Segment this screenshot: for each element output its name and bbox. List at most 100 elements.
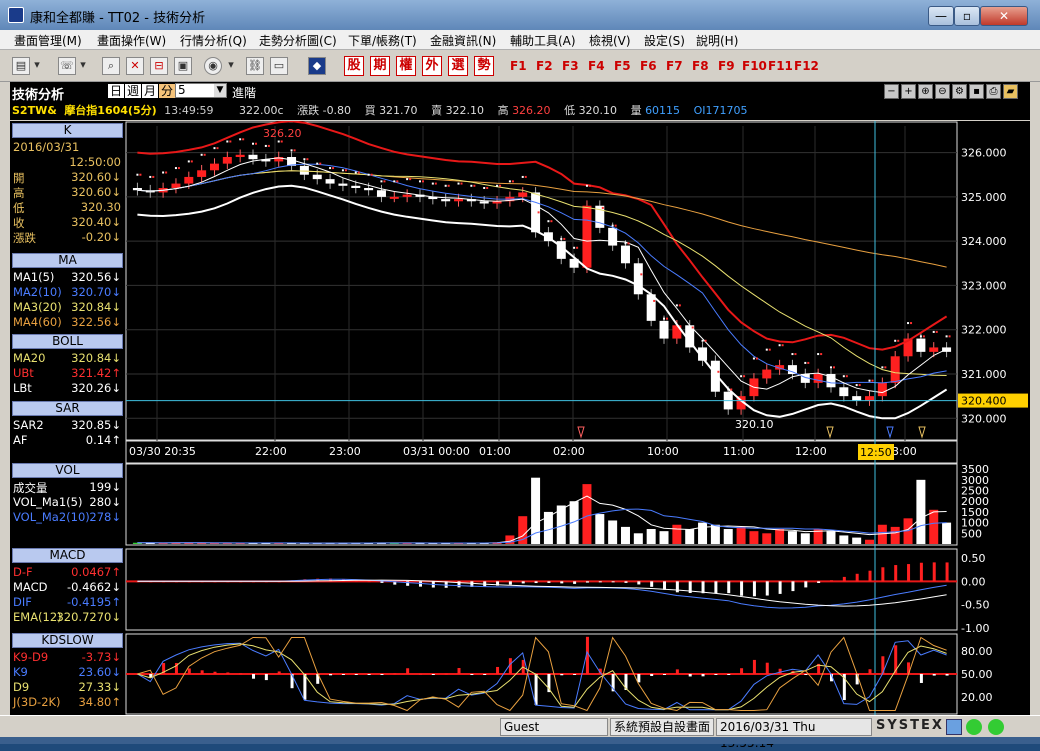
volume-bar bbox=[659, 531, 669, 544]
chevron-down-icon[interactable]: ▾ bbox=[32, 57, 42, 75]
period-day-tab[interactable]: 日 bbox=[108, 84, 125, 98]
menu-quote-analysis[interactable]: 行情分析(Q) bbox=[180, 32, 247, 49]
chevron-down-icon[interactable]: ▾ bbox=[78, 57, 88, 75]
phone-icon[interactable]: ☏ bbox=[58, 57, 76, 75]
minus-icon[interactable]: − bbox=[884, 84, 899, 99]
chart-svg[interactable]: 326.000 325.000 324.000 323.000 322.000 321.0… bbox=[125, 120, 1030, 715]
candle-body bbox=[865, 396, 875, 401]
sar-dot bbox=[421, 180, 424, 183]
maximize-button[interactable]: ▫ bbox=[954, 6, 980, 26]
f11-key[interactable]: F11 bbox=[768, 59, 793, 73]
dif-line bbox=[137, 578, 947, 609]
close-button[interactable]: ✕ bbox=[980, 6, 1028, 26]
quote-time: 13:49:59 bbox=[164, 104, 214, 117]
quick-select-button[interactable]: 選 bbox=[448, 56, 468, 76]
row-value: 0.14↑ bbox=[85, 433, 121, 447]
f12-key[interactable]: F12 bbox=[794, 59, 819, 73]
ma3-row: MA3(20) 320.84↓ bbox=[13, 300, 123, 315]
menu-tools[interactable]: 輔助工具(A) bbox=[510, 32, 576, 49]
sar-dot bbox=[598, 206, 601, 209]
save-icon[interactable]: ▪ bbox=[969, 84, 984, 99]
f5-key[interactable]: F5 bbox=[614, 59, 631, 73]
k-header[interactable]: K bbox=[12, 123, 123, 138]
menu-bar: 畫面管理(M) 畫面操作(W) 行情分析(Q) 走勢分析圖(C) 下單/帳務(T… bbox=[0, 30, 1040, 50]
menu-order-account[interactable]: 下單/帳務(T) bbox=[348, 32, 417, 49]
row-value: 320.70↓ bbox=[71, 285, 121, 299]
f10-key[interactable]: F10 bbox=[742, 59, 767, 73]
menu-finance-info[interactable]: 金融資訊(N) bbox=[430, 32, 496, 49]
quick-futures-button[interactable]: 期 bbox=[370, 56, 390, 76]
menu-view[interactable]: 檢視(V) bbox=[589, 32, 631, 49]
plus-icon[interactable]: + bbox=[901, 84, 916, 99]
quick-foreign-button[interactable]: 外 bbox=[422, 56, 442, 76]
k9-row: K9 23.60↓ bbox=[13, 665, 123, 680]
row-value: 23.60↓ bbox=[78, 665, 121, 679]
print-icon[interactable]: ⎙ bbox=[986, 84, 1001, 99]
boll-header[interactable]: BOLL bbox=[12, 334, 123, 349]
period-month-tab[interactable]: 月 bbox=[142, 84, 159, 98]
sar-dot bbox=[431, 182, 434, 185]
row-value: 0.0467↑ bbox=[71, 565, 121, 579]
boll-ubt-row: UBt 321.42↑ bbox=[13, 366, 123, 381]
sar-header[interactable]: SAR bbox=[12, 401, 123, 416]
network-icon[interactable] bbox=[946, 719, 962, 735]
sar-dot bbox=[743, 375, 746, 378]
menu-screen-manage[interactable]: 畫面管理(M) bbox=[14, 32, 82, 49]
folder-icon[interactable]: ▰ bbox=[1003, 84, 1018, 99]
zoom-out-icon[interactable]: ⊖ bbox=[935, 84, 950, 99]
link-icon[interactable]: ⛓ bbox=[246, 57, 264, 75]
stop-icon[interactable]: ⊟ bbox=[150, 57, 168, 75]
quick-trend-button[interactable]: 勢 bbox=[474, 56, 494, 76]
window-icon[interactable]: ▣ bbox=[174, 57, 192, 75]
f3-key[interactable]: F3 bbox=[562, 59, 579, 73]
vol-row: 成交量 199↓ bbox=[13, 480, 123, 495]
chart-area[interactable]: 326.000 325.000 324.000 323.000 322.000 321.0… bbox=[125, 120, 1030, 715]
macd-header[interactable]: MACD bbox=[12, 548, 123, 563]
close-window-icon[interactable]: ✕ bbox=[126, 57, 144, 75]
boll-lbt-row: LBt 320.26↓ bbox=[13, 381, 123, 396]
menu-settings[interactable]: 設定(S) bbox=[644, 32, 685, 49]
row-label: 開 bbox=[13, 171, 25, 185]
row-value: 320.60↓ bbox=[71, 170, 121, 184]
sar-dot bbox=[354, 171, 357, 174]
sar-dot bbox=[447, 184, 450, 187]
chevron-down-icon[interactable]: ▾ bbox=[226, 57, 236, 75]
settings-icon[interactable]: ⚙ bbox=[952, 84, 967, 99]
f6-key[interactable]: F6 bbox=[640, 59, 657, 73]
signal-marker bbox=[918, 426, 926, 439]
zoom-in-icon[interactable]: ⊕ bbox=[918, 84, 933, 99]
f8-key[interactable]: F8 bbox=[692, 59, 709, 73]
advanced-button[interactable]: 進階 bbox=[232, 84, 256, 101]
vol-header[interactable]: VOL bbox=[12, 463, 123, 478]
card-icon[interactable]: ▭ bbox=[270, 57, 288, 75]
search-icon[interactable]: ⌕ bbox=[102, 57, 120, 75]
quick-options-button[interactable]: 權 bbox=[396, 56, 416, 76]
menu-trend-chart[interactable]: 走勢分析圖(C) bbox=[259, 32, 337, 49]
minimize-button[interactable]: — bbox=[928, 6, 954, 26]
f9-key[interactable]: F9 bbox=[718, 59, 735, 73]
row-value: 27.33↓ bbox=[78, 680, 121, 694]
candle-body bbox=[402, 194, 412, 197]
kd-header[interactable]: KDSLOW bbox=[12, 633, 123, 648]
quick-stock-button[interactable]: 股 bbox=[344, 56, 364, 76]
row-label: 高 bbox=[13, 186, 25, 200]
ma-header[interactable]: MA bbox=[12, 253, 123, 268]
f1-key[interactable]: F1 bbox=[510, 59, 527, 73]
volume-label: 量 bbox=[630, 104, 642, 117]
volume-bar bbox=[672, 524, 682, 544]
globe-icon[interactable]: ◉ bbox=[204, 57, 222, 75]
kd-diff-row: K9-D9 -3.73↓ bbox=[13, 650, 123, 665]
f4-key[interactable]: F4 bbox=[588, 59, 605, 73]
sar-dot bbox=[229, 140, 232, 143]
k-date: 2016/03/31 bbox=[13, 140, 123, 155]
menu-screen-operate[interactable]: 畫面操作(W) bbox=[97, 32, 166, 49]
menu-help[interactable]: 說明(H) bbox=[696, 32, 738, 49]
f2-key[interactable]: F2 bbox=[536, 59, 553, 73]
f7-key[interactable]: F7 bbox=[666, 59, 683, 73]
period-minute-tab[interactable]: 分 bbox=[159, 84, 176, 98]
sar-dot bbox=[601, 206, 604, 209]
period-count-select[interactable]: 5 ▼ bbox=[175, 83, 227, 98]
brand-logo-icon[interactable]: ◆ bbox=[308, 57, 326, 75]
layout-icon[interactable]: ▤ bbox=[12, 57, 30, 75]
period-week-tab[interactable]: 週 bbox=[125, 84, 142, 98]
